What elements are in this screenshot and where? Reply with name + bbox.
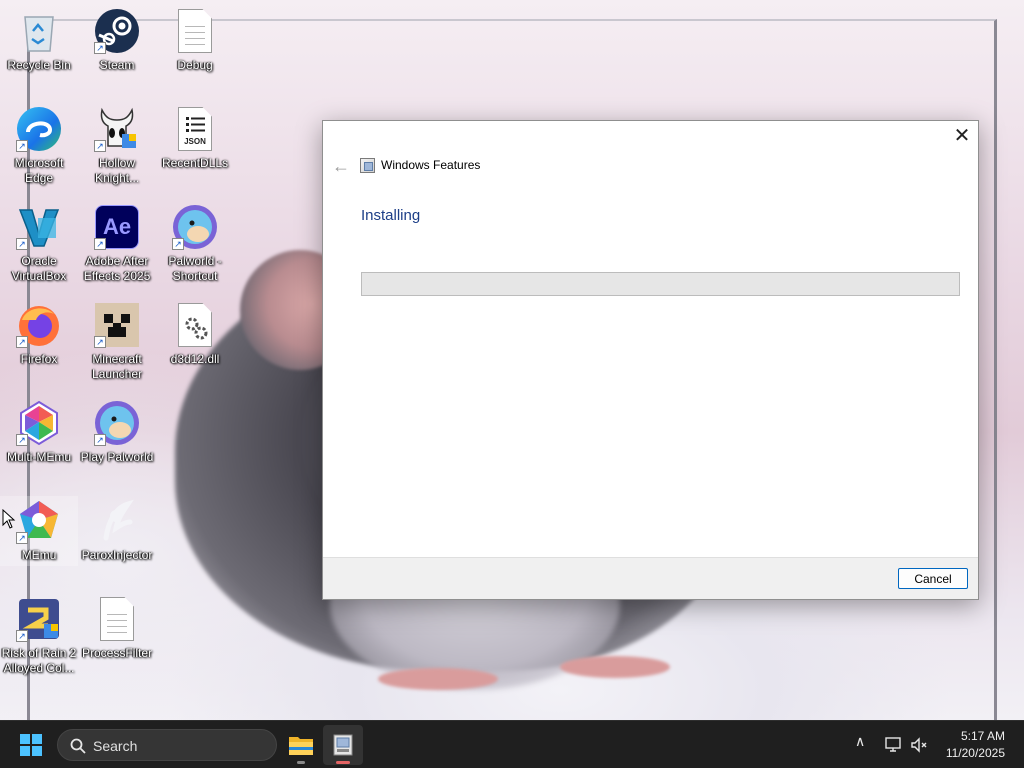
shortcut-arrow-icon: ↗ xyxy=(94,336,106,348)
desktop-icon-label: Firefox xyxy=(20,352,58,366)
desktop-icon-label: Recycle Bin xyxy=(7,58,71,72)
system-clock[interactable]: 5:17 AM 11/20/2025 xyxy=(946,728,1005,762)
shortcut-arrow-icon: ↗ xyxy=(16,630,28,642)
mouse-cursor-icon xyxy=(2,509,16,529)
file-explorer-icon xyxy=(289,737,313,755)
desktop-icon-label: Multi-MEmu xyxy=(6,450,71,464)
desktop-icon-label: Microsoft Edge xyxy=(14,156,64,185)
desktop-icon-label: MEmu xyxy=(21,548,57,562)
desktop-icon-palworld-shortcut[interactable]: ↗ Palworld - Shortcut xyxy=(156,204,234,284)
taskbar-app-windows-features[interactable] xyxy=(323,725,363,765)
desktop-icon-label: Adobe After Effects 2025 xyxy=(83,254,151,283)
network-icon[interactable] xyxy=(885,736,903,754)
clock-date: 11/20/2025 xyxy=(945,746,1005,760)
windows-features-icon xyxy=(333,734,353,756)
windows-features-icon xyxy=(360,158,375,173)
search-icon xyxy=(70,738,86,754)
desktop-icon-hollow-knight[interactable]: ↗ Hollow Knight... xyxy=(78,106,156,186)
desktop-icon-processfilter[interactable]: ProcessFilter xyxy=(78,596,156,661)
desktop-icon-d3d12-dll[interactable]: d3d12.dll xyxy=(156,302,234,367)
shortcut-arrow-icon: ↗ xyxy=(16,140,28,152)
multi-memu-icon: ↗ xyxy=(16,400,62,446)
shortcut-arrow-icon: ↗ xyxy=(94,140,106,152)
desktop-icon-label: Steam xyxy=(99,58,135,72)
desktop-icon-label: ParoxInjector xyxy=(81,548,153,562)
desktop-icon-label: ProcessFilter xyxy=(81,646,152,660)
back-arrow-icon[interactable]: ← xyxy=(329,155,353,177)
desktop-icon-recycle-bin[interactable]: Recycle Bin xyxy=(0,8,78,73)
desktop-icon-label: RecentDLLs xyxy=(161,156,229,170)
after-effects-icon: Ae ↗ xyxy=(94,204,140,250)
virtualbox-icon: ↗ xyxy=(16,204,62,250)
start-button[interactable] xyxy=(20,734,42,756)
memu-icon: ↗ xyxy=(16,498,62,544)
desktop-icon-label: Hollow Knight... xyxy=(94,156,140,185)
search-input[interactable] xyxy=(93,736,263,756)
minecraft-icon: ↗ xyxy=(94,302,140,348)
windows-features-dialog: ✕ ← Windows Features Installing Cancel xyxy=(322,120,979,600)
desktop-icon-label: Palworld - Shortcut xyxy=(168,254,222,283)
shortcut-arrow-icon: ↗ xyxy=(94,434,106,446)
desktop-icon-risk-of-rain[interactable]: ↗ Risk of Rain 2 Alloyed Col... xyxy=(0,596,78,676)
palworld-icon: ↗ xyxy=(172,204,218,250)
document-icon xyxy=(172,8,218,54)
clock-time: 5:17 AM xyxy=(960,729,1005,743)
show-hidden-icons-chevron-icon[interactable]: ∧ xyxy=(855,733,865,750)
install-progress-bar xyxy=(361,272,960,296)
close-button[interactable]: ✕ xyxy=(946,121,978,151)
cancel-button[interactable]: Cancel xyxy=(898,568,968,589)
desktop-icon-multi-memu[interactable]: ↗ Multi-MEmu xyxy=(0,400,78,465)
shortcut-arrow-icon: ↗ xyxy=(16,434,28,446)
desktop-icon-virtualbox[interactable]: ↗ Oracle VirtualBox xyxy=(0,204,78,284)
parox-icon xyxy=(94,498,140,544)
dialog-title: Windows Features xyxy=(381,158,481,172)
desktop-icon-play-palworld[interactable]: ↗ Play Palworld xyxy=(78,400,156,465)
desktop-icon-label: Debug xyxy=(177,58,213,72)
taskbar: ∧ 5:17 AM 11/20/2025 xyxy=(0,720,1024,768)
palworld-icon: ↗ xyxy=(94,400,140,446)
desktop-icon-label: d3d12.dll xyxy=(170,352,220,366)
taskbar-app-file-explorer[interactable] xyxy=(281,725,321,765)
desktop-icon-memu[interactable]: ↗ MEmu xyxy=(0,496,78,566)
json-file-icon: JSON xyxy=(172,106,218,152)
desktop-icon-firefox[interactable]: ↗ Firefox xyxy=(0,302,78,367)
desktop-icon-label: Play Palworld xyxy=(80,450,154,464)
dll-file-icon xyxy=(172,302,218,348)
shortcut-arrow-icon: ↗ xyxy=(16,532,28,544)
dialog-footer: Cancel xyxy=(323,557,978,599)
steam-icon: ↗ xyxy=(94,8,140,54)
desktop-icon-edge[interactable]: ↗ Microsoft Edge xyxy=(0,106,78,186)
shortcut-arrow-icon: ↗ xyxy=(94,238,106,250)
desktop-icon-after-effects[interactable]: Ae ↗ Adobe After Effects 2025 xyxy=(78,204,156,284)
document-icon xyxy=(94,596,140,642)
desktop-icon-debug[interactable]: Debug xyxy=(156,8,234,73)
volume-muted-icon[interactable] xyxy=(910,736,928,754)
recycle-bin-icon xyxy=(16,8,62,54)
windows-logo-icon xyxy=(20,734,30,744)
shortcut-arrow-icon: ↗ xyxy=(16,336,28,348)
desktop-icon-recentdlls[interactable]: JSON RecentDLLs xyxy=(156,106,234,171)
shortcut-arrow-icon: ↗ xyxy=(16,238,28,250)
shortcut-arrow-icon: ↗ xyxy=(172,238,184,250)
desktop-icon-label: Risk of Rain 2 Alloyed Col... xyxy=(1,646,77,675)
risk-of-rain-icon: ↗ xyxy=(16,596,62,642)
desktop-icon-label: Minecraft Launcher xyxy=(91,352,143,381)
taskbar-search-box[interactable] xyxy=(57,729,277,761)
desktop-icon-minecraft-launcher[interactable]: ↗ Minecraft Launcher xyxy=(78,302,156,382)
shortcut-arrow-icon: ↗ xyxy=(94,42,106,54)
hollow-knight-icon: ↗ xyxy=(94,106,140,152)
desktop-icon-label: Oracle VirtualBox xyxy=(11,254,67,283)
firefox-icon: ↗ xyxy=(16,302,62,348)
edge-icon: ↗ xyxy=(16,106,62,152)
desktop-icon-paroxinjector[interactable]: ParoxInjector xyxy=(78,498,156,563)
json-label: JSON xyxy=(184,137,206,146)
desktop-icon-steam[interactable]: ↗ Steam xyxy=(78,8,156,73)
ae-logo-text: Ae xyxy=(102,214,132,239)
installing-heading: Installing xyxy=(361,207,421,224)
app-active-indicator xyxy=(336,761,350,764)
app-running-indicator xyxy=(297,761,305,764)
